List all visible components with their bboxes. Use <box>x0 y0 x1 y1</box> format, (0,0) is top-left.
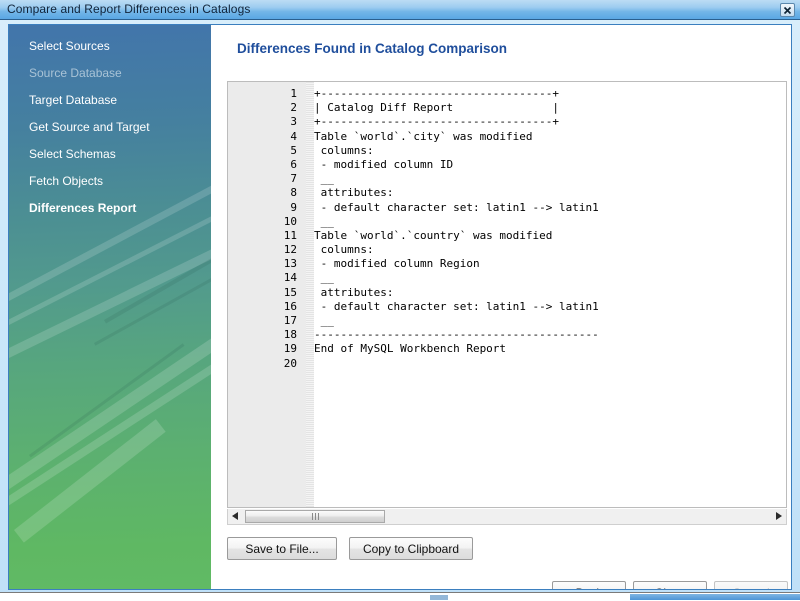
report-line: - default character set: latin1 --> lati… <box>314 300 786 314</box>
save-to-file-button[interactable]: Save to File... <box>227 537 337 560</box>
report-line: attributes: <box>314 186 786 200</box>
report-line: Table `world`.`city` was modified <box>314 130 786 144</box>
sidebar-item-differences-report[interactable]: Differences Report <box>9 195 211 222</box>
triangle-left-icon[interactable] <box>228 509 243 523</box>
sidebar-ribbon-decoration <box>29 343 184 457</box>
report-line: __ <box>314 314 786 328</box>
grip-icon <box>312 513 313 520</box>
gutter-separator <box>306 82 314 507</box>
line-number: 11 <box>228 229 306 243</box>
report-line: __ <box>314 172 786 186</box>
line-number: 20 <box>228 357 306 371</box>
triangle-left-glyph <box>232 512 239 520</box>
sidebar-item-fetch-objects[interactable]: Fetch Objects <box>9 168 211 195</box>
window-title: Compare and Report Differences in Catalo… <box>7 2 250 16</box>
line-number-gutter: 1234567891011121314151617181920 <box>228 82 306 507</box>
report-line: End of MySQL Workbench Report <box>314 342 786 356</box>
wizard-dialog: Select Sources Source Database Target Da… <box>8 24 792 590</box>
cancel-button: Cancel <box>714 581 788 590</box>
taskbar-segment <box>430 595 448 600</box>
sidebar-item-source-database: Source Database <box>9 60 211 87</box>
sidebar-ribbon-decoration <box>9 327 211 505</box>
sidebar-item-label: Target Database <box>29 93 117 107</box>
report-line: - default character set: latin1 --> lati… <box>314 201 786 215</box>
line-number: 7 <box>228 172 306 186</box>
report-line: __ <box>314 271 786 285</box>
report-line: +-----------------------------------+ <box>314 87 786 101</box>
report-line: ----------------------------------------… <box>314 328 786 342</box>
report-line: __ <box>314 215 786 229</box>
line-number: 5 <box>228 144 306 158</box>
report-line <box>314 357 786 371</box>
sidebar-item-get-source-and-target[interactable]: Get Source and Target <box>9 114 211 141</box>
back-button[interactable]: Back <box>552 581 626 590</box>
sidebar-ribbon-decoration <box>14 419 166 542</box>
line-number: 15 <box>228 286 306 300</box>
grip-icon <box>318 513 319 520</box>
line-number: 2 <box>228 101 306 115</box>
line-number: 6 <box>228 158 306 172</box>
line-number: 12 <box>228 243 306 257</box>
sidebar-ribbon-decoration <box>9 212 211 395</box>
scrollbar-thumb[interactable] <box>245 510 385 523</box>
report-line: - modified column Region <box>314 257 786 271</box>
copy-to-clipboard-button[interactable]: Copy to Clipboard <box>349 537 473 560</box>
triangle-right-glyph <box>775 512 782 520</box>
sidebar-item-label: Differences Report <box>29 201 136 215</box>
report-line: Table `world`.`country` was modified <box>314 229 786 243</box>
line-number: 19 <box>228 342 306 356</box>
report-line: columns: <box>314 243 786 257</box>
sidebar-item-target-database[interactable]: Target Database <box>9 87 211 114</box>
close-glyph <box>783 6 792 15</box>
sidebar-item-label: Source Database <box>29 66 122 80</box>
line-number: 9 <box>228 201 306 215</box>
title-bar: Compare and Report Differences in Catalo… <box>0 0 800 20</box>
report-line: attributes: <box>314 286 786 300</box>
line-number: 1 <box>228 87 306 101</box>
sidebar-item-label: Get Source and Target <box>29 120 150 134</box>
report-line: +-----------------------------------+ <box>314 115 786 129</box>
line-number: 18 <box>228 328 306 342</box>
sidebar-item-label: Select Sources <box>29 39 110 53</box>
sidebar-ribbon-decoration <box>94 212 211 346</box>
sidebar-ribbon-decoration <box>9 362 211 532</box>
sidebar-item-list: Select Sources Source Database Target Da… <box>9 25 211 222</box>
line-number-list: 1234567891011121314151617181920 <box>228 87 306 371</box>
page-title: Differences Found in Catalog Comparison <box>237 41 507 56</box>
line-number: 13 <box>228 257 306 271</box>
line-number: 4 <box>228 130 306 144</box>
sidebar-item-label: Fetch Objects <box>29 174 103 188</box>
triangle-right-icon[interactable] <box>771 509 786 523</box>
close-icon[interactable] <box>780 3 795 17</box>
report-line: - modified column ID <box>314 158 786 172</box>
close-button[interactable]: Close <box>633 581 707 590</box>
content-pane: Differences Found in Catalog Comparison … <box>211 25 791 589</box>
report-line: columns: <box>314 144 786 158</box>
report-text-view[interactable]: 1234567891011121314151617181920 +-------… <box>227 81 787 508</box>
application-window: Compare and Report Differences in Catalo… <box>0 0 800 600</box>
line-number: 8 <box>228 186 306 200</box>
line-number: 17 <box>228 314 306 328</box>
line-number: 16 <box>228 300 306 314</box>
sidebar-item-label: Select Schemas <box>29 147 116 161</box>
taskbar-segment <box>630 594 800 600</box>
report-text-content: +-----------------------------------+| C… <box>314 87 786 507</box>
horizontal-scrollbar[interactable] <box>227 509 787 525</box>
wizard-sidebar: Select Sources Source Database Target Da… <box>9 25 211 589</box>
grip-icon <box>315 513 316 520</box>
line-number: 10 <box>228 215 306 229</box>
line-number: 14 <box>228 271 306 285</box>
sidebar-item-select-schemas[interactable]: Select Schemas <box>9 141 211 168</box>
sidebar-item-select-sources[interactable]: Select Sources <box>9 33 211 60</box>
line-number: 3 <box>228 115 306 129</box>
report-line: | Catalog Diff Report | <box>314 101 786 115</box>
